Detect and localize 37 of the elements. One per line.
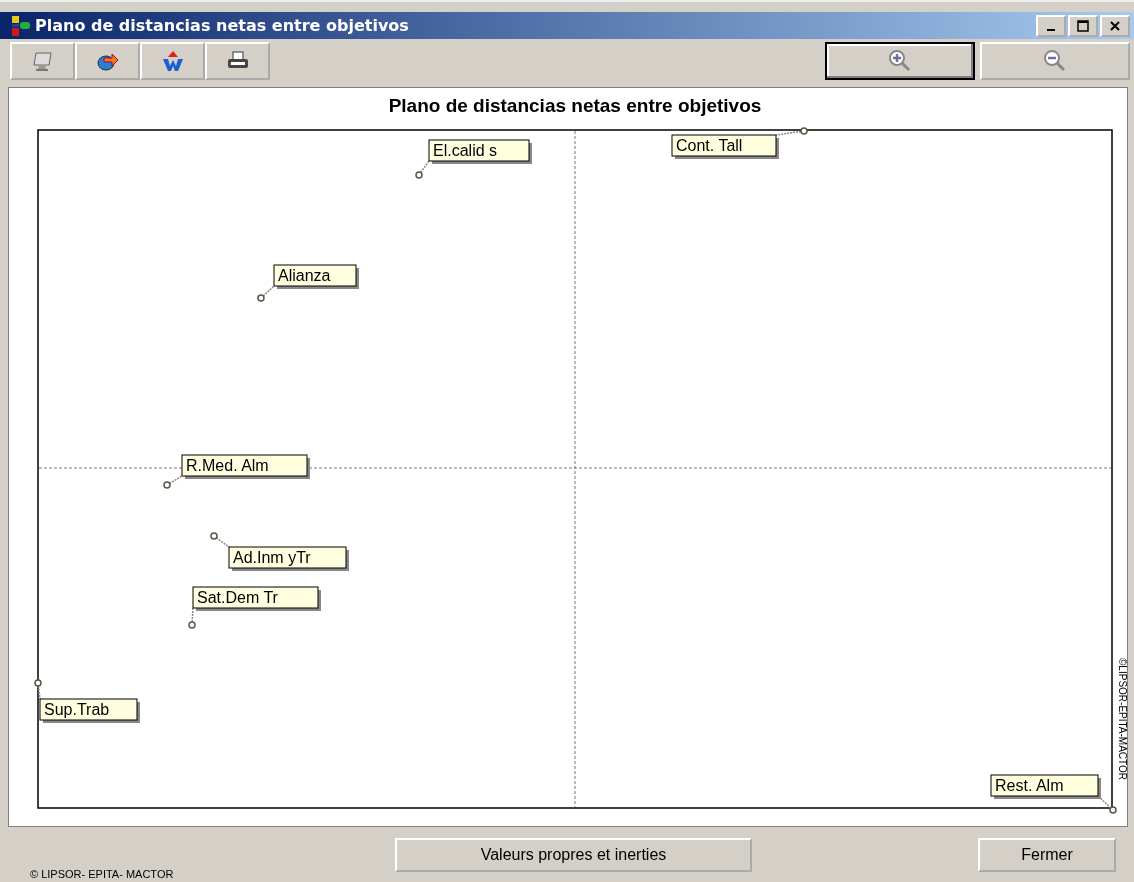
point-label: R.Med. Alm <box>181 454 310 479</box>
minimize-icon <box>1047 28 1055 31</box>
maximize-icon <box>1077 19 1089 32</box>
point-label: Alianza <box>273 264 359 289</box>
window-title: Plano de distancias netas entre objetivos <box>35 16 409 35</box>
monitor-icon <box>30 50 55 72</box>
zoom-in-icon <box>887 49 913 73</box>
data-point <box>1109 806 1117 814</box>
minimize-button[interactable] <box>1036 14 1066 37</box>
copyright-text: © LIPSOR- EPITA- MACTOR <box>30 868 174 880</box>
point-label: Ad.Inm yTr <box>228 546 349 571</box>
copyright-text: ©LIPSOR-EPITA-MACTOR <box>1117 658 1127 780</box>
point-label: Sup.Trab <box>39 698 140 723</box>
zoom-out-icon <box>1042 49 1068 73</box>
word-export-button[interactable] <box>140 42 205 80</box>
point-label: Rest. Alm <box>990 774 1101 799</box>
close-window-button[interactable]: Fermer <box>978 838 1116 872</box>
point-label: El.calid s <box>428 139 532 164</box>
zoom-in-button[interactable] <box>825 42 975 80</box>
point-label: Sat.Dem Tr <box>192 586 321 611</box>
close-icon <box>1109 19 1121 32</box>
close-button[interactable] <box>1100 14 1130 37</box>
chart-title: Plano de distancias netas entre objetivos <box>388 95 762 116</box>
data-point <box>210 532 218 540</box>
data-point <box>188 621 196 629</box>
data-point <box>34 679 42 687</box>
maximize-button[interactable] <box>1068 14 1098 37</box>
data-point <box>257 294 265 302</box>
data-point <box>415 171 423 179</box>
data-point <box>800 127 808 135</box>
app-icon <box>10 14 32 37</box>
print-button[interactable] <box>205 42 270 80</box>
export-button[interactable] <box>75 42 140 80</box>
w-arrow-icon <box>160 50 185 72</box>
eigenvalues-button[interactable]: Valeurs propres et inerties <box>395 838 752 872</box>
data-point <box>163 481 171 489</box>
point-label: Cont. Tall <box>671 134 779 159</box>
